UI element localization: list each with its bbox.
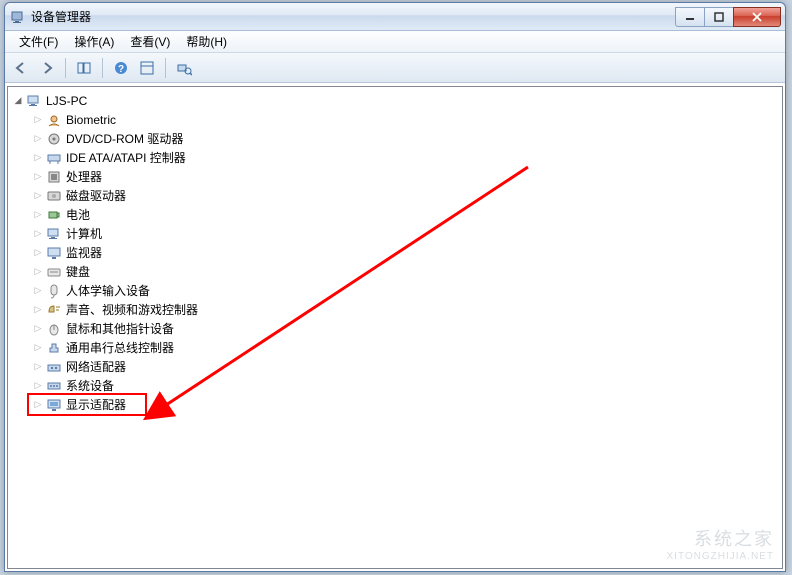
- tree-item[interactable]: ▷ 声音、视频和游戏控制器: [30, 300, 780, 319]
- show-hide-tree-button[interactable]: [72, 56, 96, 80]
- tree-item-label: 电池: [66, 206, 90, 223]
- toolbar-separator: [102, 58, 103, 78]
- watermark-cn: 系统之家: [694, 525, 774, 551]
- toolbar-separator: [165, 58, 166, 78]
- tree-item[interactable]: ▷ Biometric: [30, 110, 780, 129]
- tree-root-label: LJS-PC: [46, 94, 87, 108]
- window-controls: [676, 7, 781, 27]
- watermark-en: XITONGZHIJIA.NET: [667, 551, 775, 562]
- tree-item[interactable]: ▷ 系统设备: [30, 376, 780, 395]
- content-area: ◢ LJS-PC ▷ Biometric ▷ DVD/CD-ROM 驱动器 ▷ IDE A…: [5, 83, 785, 571]
- expand-icon[interactable]: ▷: [32, 114, 44, 126]
- tree-item-label: 计算机: [66, 225, 102, 242]
- expand-icon[interactable]: ▷: [32, 323, 44, 335]
- device-category-icon: [46, 112, 62, 128]
- back-button[interactable]: [9, 56, 33, 80]
- tree-item-label: 键盘: [66, 263, 90, 280]
- tree-root[interactable]: ◢ LJS-PC: [10, 91, 780, 110]
- tree-item-label: IDE ATA/ATAPI 控制器: [66, 149, 186, 166]
- tree-item-label: 通用串行总线控制器: [66, 339, 174, 356]
- device-manager-window: 设备管理器 文件(F) 操作(A) 查看(V) 帮助(H): [4, 2, 786, 572]
- tree-item-label: 监视器: [66, 244, 102, 261]
- tree-item-label: Biometric: [66, 113, 116, 127]
- device-category-icon: [46, 188, 62, 204]
- tree-item[interactable]: ▷ 显示适配器: [30, 395, 780, 414]
- expand-icon[interactable]: ▷: [32, 342, 44, 354]
- menu-action[interactable]: 操作(A): [66, 31, 122, 52]
- device-category-icon: [46, 207, 62, 223]
- watermark: 系统之家 XITONGZHIJIA.NET: [667, 525, 775, 562]
- device-category-icon: [46, 226, 62, 242]
- maximize-button[interactable]: [704, 7, 734, 27]
- tree-item[interactable]: ▷ 网络适配器: [30, 357, 780, 376]
- expand-icon[interactable]: ▷: [32, 228, 44, 240]
- expand-icon[interactable]: ▷: [32, 152, 44, 164]
- device-category-icon: [46, 131, 62, 147]
- tree-item[interactable]: ▷ 磁盘驱动器: [30, 186, 780, 205]
- tree-item[interactable]: ▷ 键盘: [30, 262, 780, 281]
- device-category-icon: [46, 245, 62, 261]
- tree-item-label: DVD/CD-ROM 驱动器: [66, 130, 183, 147]
- expand-icon[interactable]: ▷: [32, 247, 44, 259]
- device-category-icon: [46, 340, 62, 356]
- device-category-icon: [46, 378, 62, 394]
- expand-icon[interactable]: ▷: [32, 285, 44, 297]
- tree-item-label: 网络适配器: [66, 358, 126, 375]
- expand-icon[interactable]: ▷: [32, 399, 44, 411]
- window-title: 设备管理器: [31, 8, 676, 25]
- device-category-icon: [46, 321, 62, 337]
- tree-item[interactable]: ▷ 通用串行总线控制器: [30, 338, 780, 357]
- tree-item[interactable]: ▷ 计算机: [30, 224, 780, 243]
- menu-view[interactable]: 查看(V): [122, 31, 178, 52]
- minimize-button[interactable]: [675, 7, 705, 27]
- tree-item-label: 声音、视频和游戏控制器: [66, 301, 198, 318]
- titlebar: 设备管理器: [5, 3, 785, 31]
- device-category-icon: [46, 283, 62, 299]
- expand-icon[interactable]: ▷: [32, 133, 44, 145]
- svg-text:?: ?: [118, 64, 124, 75]
- tree-item[interactable]: ▷ DVD/CD-ROM 驱动器: [30, 129, 780, 148]
- menu-file[interactable]: 文件(F): [11, 31, 66, 52]
- tree-item-label: 显示适配器: [66, 396, 126, 413]
- tree-item[interactable]: ▷ 人体学输入设备: [30, 281, 780, 300]
- device-category-icon: [46, 302, 62, 318]
- device-category-icon: [46, 397, 62, 413]
- device-category-icon: [46, 169, 62, 185]
- properties-button[interactable]: [135, 56, 159, 80]
- toolbar-separator: [65, 58, 66, 78]
- tree-item-label: 鼠标和其他指针设备: [66, 320, 174, 337]
- tree-item[interactable]: ▷ 处理器: [30, 167, 780, 186]
- expand-icon[interactable]: ▷: [32, 190, 44, 202]
- device-tree-pane[interactable]: ◢ LJS-PC ▷ Biometric ▷ DVD/CD-ROM 驱动器 ▷ IDE A…: [7, 86, 783, 569]
- tree-item[interactable]: ▷ 监视器: [30, 243, 780, 262]
- expand-icon[interactable]: ▷: [32, 361, 44, 373]
- expand-icon[interactable]: ▷: [32, 171, 44, 183]
- tree-item-label: 处理器: [66, 168, 102, 185]
- tree-item[interactable]: ▷ IDE ATA/ATAPI 控制器: [30, 148, 780, 167]
- device-category-icon: [46, 150, 62, 166]
- tree-item-label: 人体学输入设备: [66, 282, 150, 299]
- menu-help[interactable]: 帮助(H): [178, 31, 235, 52]
- collapse-icon[interactable]: ◢: [12, 95, 24, 107]
- expand-icon[interactable]: ▷: [32, 209, 44, 221]
- scan-hardware-button[interactable]: [172, 56, 196, 80]
- device-category-icon: [46, 264, 62, 280]
- tree-item[interactable]: ▷ 电池: [30, 205, 780, 224]
- tree-item-label: 系统设备: [66, 377, 114, 394]
- computer-icon: [26, 93, 42, 109]
- menubar: 文件(F) 操作(A) 查看(V) 帮助(H): [5, 31, 785, 53]
- forward-button[interactable]: [35, 56, 59, 80]
- expand-icon[interactable]: ▷: [32, 304, 44, 316]
- tree-item[interactable]: ▷ 鼠标和其他指针设备: [30, 319, 780, 338]
- expand-icon[interactable]: ▷: [32, 266, 44, 278]
- help-button[interactable]: ?: [109, 56, 133, 80]
- tree-item-label: 磁盘驱动器: [66, 187, 126, 204]
- close-button[interactable]: [733, 7, 781, 27]
- expand-icon[interactable]: ▷: [32, 380, 44, 392]
- device-category-icon: [46, 359, 62, 375]
- toolbar: ?: [5, 53, 785, 83]
- app-icon: [11, 9, 27, 25]
